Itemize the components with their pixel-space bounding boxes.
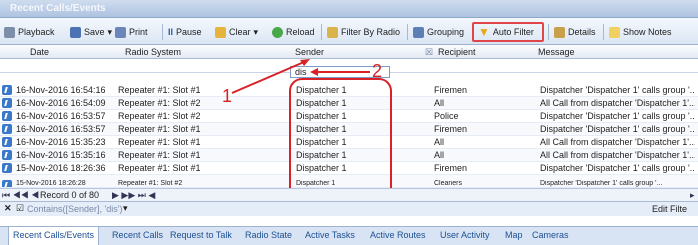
tab-active-tasks[interactable]: Active Tasks <box>305 230 355 240</box>
next-record-button[interactable]: ▶ ▶▶ ⏭ ◀ <box>112 190 155 201</box>
annotation-label-1: 1 <box>222 86 233 106</box>
tab-user-activity[interactable]: User Activity <box>440 230 490 240</box>
tab-recent-calls-events[interactable]: Recent Calls/Events <box>8 227 100 245</box>
filter-expression: Contains([Sender], 'dis') <box>27 204 123 214</box>
scroll-right-icon[interactable]: ▸ <box>690 190 695 201</box>
record-counter: Record 0 of 80 <box>40 190 100 200</box>
tab-request-to-talk[interactable]: Request to Talk <box>170 230 232 240</box>
annotation-label-2: 2 <box>372 61 383 81</box>
tab-recent-calls[interactable]: Recent Calls <box>112 230 163 240</box>
bottom-tab-bar: Recent Calls/Events Recent Calls Request… <box>0 226 698 245</box>
tab-radio-state[interactable]: Radio State <box>245 230 292 240</box>
first-record-button[interactable]: ⏮ ◀◀ ◀ <box>2 190 39 201</box>
pager-bar: ⏮ ◀◀ ◀ Record 0 of 80 ▶ ▶▶ ⏭ ◀ ▸ <box>0 188 698 201</box>
edit-filter-button[interactable]: Edit Filte <box>652 204 687 214</box>
tab-map[interactable]: Map <box>505 230 523 240</box>
sender-column-highlight <box>289 78 392 203</box>
arrow-1-line <box>231 61 305 94</box>
filter-status-bar: ✕ ☑ Contains([Sender], 'dis') ▾ Edit Fil… <box>0 201 698 216</box>
arrow-2-head <box>310 68 318 76</box>
tab-active-routes[interactable]: Active Routes <box>370 230 426 240</box>
close-filter-icon[interactable]: ✕ <box>4 203 12 214</box>
filter-dropdown-icon[interactable]: ▾ <box>123 203 128 214</box>
tab-cameras[interactable]: Cameras <box>532 230 569 240</box>
filter-enabled-checkbox[interactable]: ☑ <box>16 203 24 214</box>
